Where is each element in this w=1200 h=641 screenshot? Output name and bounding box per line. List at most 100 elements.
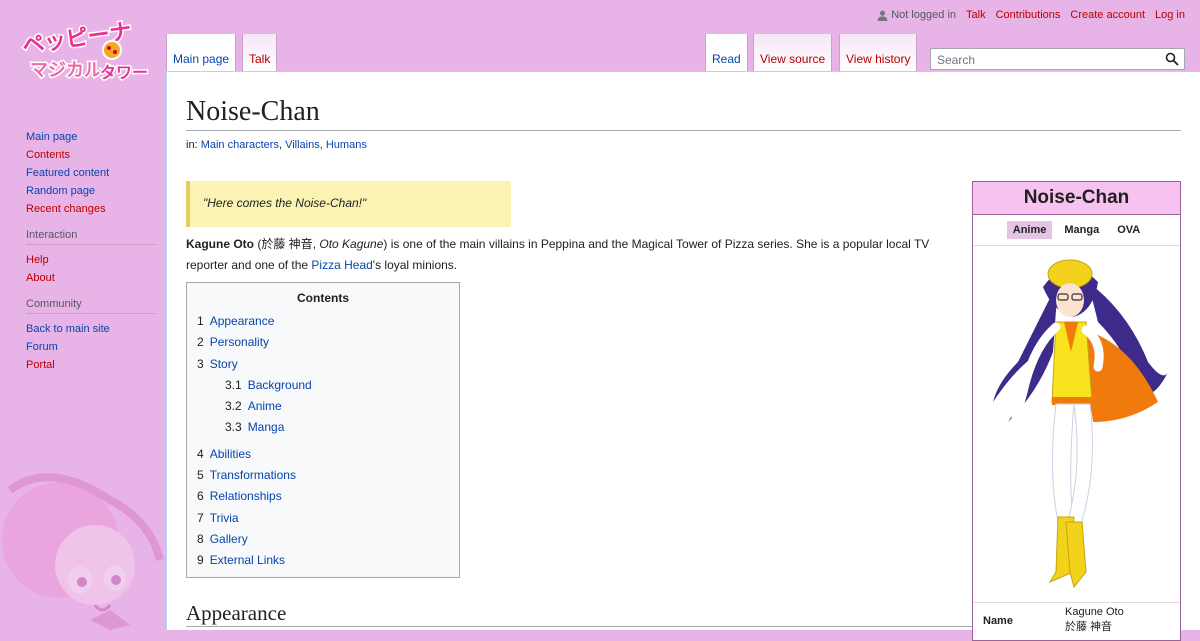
toc-item[interactable]: 4 Abilities — [197, 444, 449, 465]
toc-number: 4 — [197, 446, 204, 461]
toc-title: Contents — [297, 291, 349, 305]
toc-subitem[interactable]: 3.3 Manga — [197, 417, 449, 438]
sidebar-item-portal[interactable]: Portal — [26, 359, 156, 372]
content-area: Noise-Chan in: Main characters, Villains… — [166, 71, 1200, 641]
infobox-label-name: Name — [983, 615, 1013, 627]
toc-subitem[interactable]: 3.1 Background — [197, 375, 449, 396]
tab-talk[interactable]: Talk — [242, 34, 278, 72]
sidebar-heading-community: Community — [26, 298, 156, 314]
sidebar-item-contents[interactable]: Contents — [26, 149, 156, 162]
toc-item[interactable]: 8 Gallery — [197, 529, 449, 550]
tab-talk-label: Talk — [249, 52, 271, 66]
sidebar-background-art — [2, 473, 164, 630]
category-link-main-characters[interactable]: Main characters — [201, 139, 279, 151]
toc-link[interactable]: Background — [248, 378, 312, 392]
quote-box: "Here comes the Noise-Chan!" — [186, 181, 511, 227]
sidebar-item-forum[interactable]: Forum — [26, 341, 156, 354]
toc-item[interactable]: 5 Transformations — [197, 465, 449, 486]
tab-view-history[interactable]: View history — [839, 34, 918, 72]
intro-romaji: Oto Kagune — [319, 237, 384, 251]
toc-number: 8 — [197, 531, 204, 546]
toc-number: 6 — [197, 489, 204, 504]
sidebar-item-help[interactable]: Help — [26, 254, 156, 267]
intro-name: Kagune Oto — [186, 237, 254, 251]
toc-item[interactable]: 7 Trivia — [197, 508, 449, 529]
toc-item[interactable]: 6 Relationships — [197, 486, 449, 507]
intro-jp-name: 於藤 神音 — [261, 237, 313, 251]
infobox-row-name: Name Kagune Oto 於藤 神音 — [973, 602, 1180, 633]
sidebar-heading-interaction: Interaction — [26, 229, 156, 245]
toc-number: 3.3 — [225, 420, 242, 435]
toc-link[interactable]: Gallery — [210, 532, 248, 546]
toc-link[interactable]: Appearance — [210, 314, 275, 328]
contributions-link[interactable]: Contributions — [996, 9, 1061, 21]
toc-item[interactable]: 2 Personality — [197, 332, 449, 353]
toc-link[interactable]: Anime — [248, 399, 282, 413]
toc-link[interactable]: Transformations — [210, 468, 296, 482]
tab-view-source[interactable]: View source — [753, 34, 833, 72]
personal-tools: Not logged in Talk Contributions Create … — [877, 9, 1185, 21]
svg-text:タワー: タワー — [100, 63, 148, 82]
toc-item[interactable]: 3 Story — [197, 354, 449, 375]
category-link-humans[interactable]: Humans — [326, 139, 367, 151]
tab-main-page[interactable]: Main page — [166, 34, 237, 72]
toc-item[interactable]: 9 External Links — [197, 550, 449, 571]
infobox-tab-manga[interactable]: Manga — [1058, 221, 1105, 239]
infobox-value-name-en: Kagune Oto — [1065, 606, 1124, 618]
toc-item[interactable]: 1 Appearance — [197, 311, 449, 332]
sidebar-item-random-page[interactable]: Random page — [26, 185, 156, 198]
infobox-value-name-jp: 於藤 神音 — [1065, 621, 1113, 633]
create-account-link[interactable]: Create account — [1070, 9, 1145, 21]
infobox-tab-anime[interactable]: Anime — [1006, 221, 1053, 239]
infobox-tabs: Anime Manga OVA — [973, 215, 1180, 246]
search-box — [930, 48, 1185, 70]
infobox-title: Noise-Chan — [973, 182, 1180, 215]
not-logged-in-label: Not logged in — [891, 9, 957, 21]
toc-link[interactable]: Relationships — [210, 489, 282, 503]
sidebar-item-main-page[interactable]: Main page — [26, 131, 156, 144]
toc-subitem[interactable]: 3.2 Anime — [197, 396, 449, 417]
infobox-tab-ova[interactable]: OVA — [1111, 221, 1146, 239]
svg-text:マジカル: マジカル — [30, 60, 102, 81]
toc-link[interactable]: Personality — [210, 335, 269, 349]
sidebar-item-about[interactable]: About — [26, 272, 156, 285]
sidebar-item-back-to-main-site[interactable]: Back to main site — [26, 323, 156, 336]
log-in-link[interactable]: Log in — [1155, 9, 1185, 21]
site-logo[interactable]: ペッピーナ マジカル タワー — [20, 20, 152, 86]
quote-text: "Here comes the Noise-Chan!" — [203, 196, 367, 210]
personal-talk-link[interactable]: Talk — [966, 9, 986, 21]
toc-link[interactable]: Trivia — [210, 511, 239, 525]
toc-link[interactable]: Story — [210, 357, 238, 371]
sidebar-item-featured-content[interactable]: Featured content — [26, 167, 156, 180]
user-status: Not logged in — [877, 9, 956, 21]
page-title: Noise-Chan — [186, 94, 1181, 131]
toc-link[interactable]: Abilities — [210, 447, 251, 461]
toc-link[interactable]: Manga — [248, 420, 285, 434]
toc-number: 5 — [197, 468, 204, 483]
toc-link[interactable]: External Links — [210, 553, 285, 567]
search-icon[interactable] — [1165, 52, 1179, 66]
table-of-contents: Contents 1 Appearance 2 Personality 3 Story… — [186, 282, 460, 578]
toc-number: 3.1 — [225, 377, 242, 392]
infobox: Noise-Chan Anime Manga OVA Name Kagune O… — [972, 181, 1181, 641]
user-icon — [877, 10, 888, 21]
toc-number: 3 — [197, 356, 204, 371]
tab-main-page-label: Main page — [173, 52, 230, 66]
tab-view-history-label: View history — [846, 52, 911, 66]
tab-read[interactable]: Read — [705, 34, 748, 72]
intro-paragraph: Kagune Oto (於藤 神音, Oto Kagune) is one of… — [186, 237, 930, 272]
infobox-value-name: Kagune Oto 於藤 神音 — [1065, 605, 1124, 635]
tab-read-label: Read — [712, 52, 741, 66]
toc-number: 9 — [197, 553, 204, 568]
toc-number: 1 — [197, 314, 204, 328]
search-input[interactable] — [935, 52, 1159, 68]
sidebar-item-recent-changes[interactable]: Recent changes — [26, 203, 156, 216]
category-link-villains[interactable]: Villains — [285, 139, 320, 151]
toc-number: 7 — [197, 510, 204, 525]
pizza-head-link[interactable]: Pizza Head — [311, 258, 372, 272]
categories-prefix: in: — [186, 139, 198, 151]
category-bar: in: Main characters, Villains, Humans — [186, 139, 367, 151]
tab-view-source-label: View source — [760, 52, 826, 66]
character-image[interactable] — [978, 252, 1176, 602]
toc-number: 3.2 — [225, 399, 242, 414]
